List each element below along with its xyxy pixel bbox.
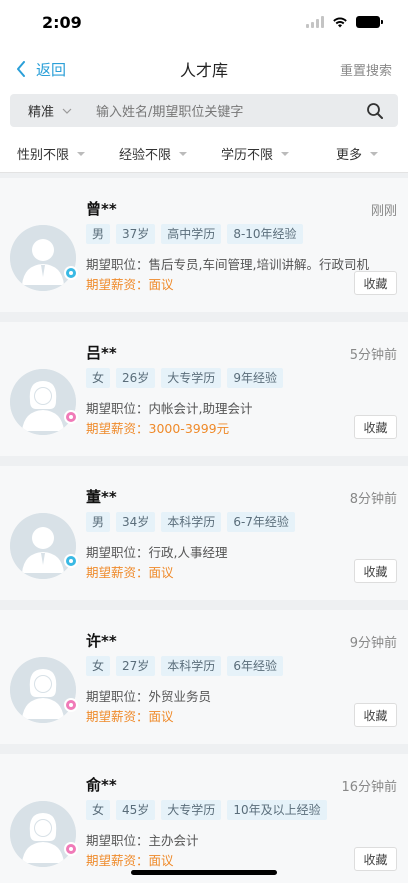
- tag-education: 本科学历: [161, 512, 222, 532]
- reset-search-button[interactable]: 重置搜索: [340, 60, 392, 79]
- search-icon[interactable]: [366, 102, 384, 120]
- page-title: 人才库: [179, 61, 229, 80]
- nav-bar: 返回 人才库 重置搜索: [0, 44, 408, 94]
- tag-experience: 6-7年经验: [227, 512, 295, 532]
- filter-more[interactable]: 更多: [306, 144, 408, 163]
- tag-gender: 男: [86, 512, 111, 532]
- candidate-card[interactable]: 董** 8分钟前 男 34岁 本科学历 6-7年经验 期望职位：行政,人事经理 …: [0, 466, 408, 600]
- search-bar: 精准 输入姓名/期望职位关键字: [10, 94, 398, 127]
- filter-label: 经验不限: [118, 148, 171, 163]
- tag-education: 大专学历: [161, 368, 222, 388]
- status-bar: 2:09: [0, 0, 408, 44]
- tag-age: 34岁: [116, 512, 156, 532]
- female-icon: [64, 410, 78, 424]
- filter-education[interactable]: 学历不限: [204, 144, 306, 163]
- tag-gender: 女: [86, 368, 111, 388]
- triangle-down-icon: [281, 151, 289, 156]
- candidate-time: 16分钟前: [341, 780, 397, 795]
- status-time: 2:09: [42, 12, 82, 32]
- candidate-card[interactable]: 俞** 16分钟前 女 45岁 大专学历 10年及以上经验 期望职位：主办会计 …: [0, 754, 408, 883]
- candidate-name: 曾**: [86, 200, 117, 218]
- tag-gender: 男: [86, 224, 111, 244]
- candidate-salary: 期望薪资：面议: [86, 565, 174, 580]
- back-button[interactable]: 返回: [16, 59, 66, 80]
- filter-bar: 性别不限 经验不限 学历不限 更多: [0, 135, 408, 173]
- search-mode-dropdown[interactable]: 精准: [28, 101, 72, 120]
- filter-label: 更多: [335, 148, 362, 163]
- filter-experience[interactable]: 经验不限: [102, 144, 204, 163]
- candidate-salary: 期望薪资：面议: [86, 853, 174, 868]
- avatar-female-icon: [10, 801, 76, 867]
- tag-education: 本科学历: [161, 656, 222, 676]
- candidate-position: 期望职位：售后专员,车间管理,培训讲解。行政司机: [86, 257, 369, 272]
- tag-experience: 6年经验: [227, 656, 283, 676]
- search-input[interactable]: 输入姓名/期望职位关键字: [96, 101, 366, 120]
- signal-icon: [306, 16, 324, 28]
- favorite-button[interactable]: 收藏: [354, 847, 397, 871]
- candidate-tags: 男 37岁 高中学历 8-10年经验: [86, 224, 303, 244]
- tag-gender: 女: [86, 800, 111, 820]
- candidate-time: 5分钟前: [349, 348, 397, 363]
- candidate-position: 期望职位：主办会计: [86, 833, 199, 848]
- candidate-salary: 期望薪资：面议: [86, 709, 174, 724]
- candidate-tags: 女 26岁 大专学历 9年经验: [86, 368, 283, 388]
- candidate-time: 9分钟前: [349, 636, 397, 651]
- candidate-card[interactable]: 吕** 5分钟前 女 26岁 大专学历 9年经验 期望职位：内帐会计,助理会计 …: [0, 322, 408, 456]
- candidate-card[interactable]: 许** 9分钟前 女 27岁 本科学历 6年经验 期望职位：外贸业务员 期望薪资…: [0, 610, 408, 744]
- triangle-down-icon: [370, 151, 378, 156]
- candidate-tags: 男 34岁 本科学历 6-7年经验: [86, 512, 295, 532]
- tag-age: 37岁: [116, 224, 156, 244]
- filter-label: 学历不限: [220, 148, 273, 163]
- candidate-name: 董**: [86, 488, 117, 506]
- search-mode-label: 精准: [28, 105, 55, 120]
- avatar-female-icon: [10, 369, 76, 435]
- candidate-tags: 女 45岁 大专学历 10年及以上经验: [86, 800, 327, 820]
- filter-gender[interactable]: 性别不限: [0, 144, 102, 163]
- candidate-time: 8分钟前: [349, 492, 397, 507]
- back-label: 返回: [36, 60, 67, 79]
- tag-education: 大专学历: [161, 800, 222, 820]
- candidate-list: 曾** 刚刚 男 37岁 高中学历 8-10年经验 期望职位：售后专员,车间管理…: [0, 173, 408, 883]
- home-indicator[interactable]: [131, 870, 277, 875]
- candidate-position: 期望职位：外贸业务员: [86, 689, 212, 704]
- wifi-icon: [333, 17, 347, 28]
- search-section: 精准 输入姓名/期望职位关键字: [0, 94, 408, 135]
- candidate-name: 俞**: [86, 776, 117, 794]
- tag-experience: 10年及以上经验: [227, 800, 327, 820]
- favorite-button[interactable]: 收藏: [354, 703, 397, 727]
- tag-age: 26岁: [116, 368, 156, 388]
- candidate-salary: 期望薪资：3000-3999元: [86, 421, 230, 436]
- favorite-button[interactable]: 收藏: [354, 271, 397, 295]
- favorite-button[interactable]: 收藏: [354, 559, 397, 583]
- candidate-position: 期望职位：行政,人事经理: [86, 545, 228, 560]
- tag-gender: 女: [86, 656, 111, 676]
- tag-age: 27岁: [116, 656, 156, 676]
- battery-icon: [356, 16, 383, 28]
- male-icon: [64, 266, 78, 280]
- status-icons: [306, 16, 383, 28]
- chevron-left-icon: [17, 61, 25, 77]
- candidate-time: 刚刚: [370, 204, 397, 219]
- tag-education: 高中学历: [161, 224, 222, 244]
- avatar-female-icon: [10, 657, 76, 723]
- tag-age: 45岁: [116, 800, 156, 820]
- favorite-button[interactable]: 收藏: [354, 415, 397, 439]
- candidate-name: 许**: [86, 632, 117, 650]
- candidate-name: 吕**: [86, 344, 117, 362]
- candidate-tags: 女 27岁 本科学历 6年经验: [86, 656, 283, 676]
- filter-label: 性别不限: [16, 148, 69, 163]
- female-icon: [64, 842, 78, 856]
- male-icon: [64, 554, 78, 568]
- triangle-down-icon: [179, 151, 187, 156]
- avatar-male-icon: [10, 513, 76, 579]
- tag-experience: 9年经验: [227, 368, 283, 388]
- female-icon: [64, 698, 78, 712]
- avatar-male-icon: [10, 225, 76, 291]
- candidate-card[interactable]: 曾** 刚刚 男 37岁 高中学历 8-10年经验 期望职位：售后专员,车间管理…: [0, 178, 408, 312]
- tag-experience: 8-10年经验: [227, 224, 303, 244]
- candidate-salary: 期望薪资：面议: [86, 277, 174, 292]
- chevron-down-icon: [62, 108, 72, 114]
- candidate-position: 期望职位：内帐会计,助理会计: [86, 401, 253, 416]
- triangle-down-icon: [77, 151, 85, 156]
